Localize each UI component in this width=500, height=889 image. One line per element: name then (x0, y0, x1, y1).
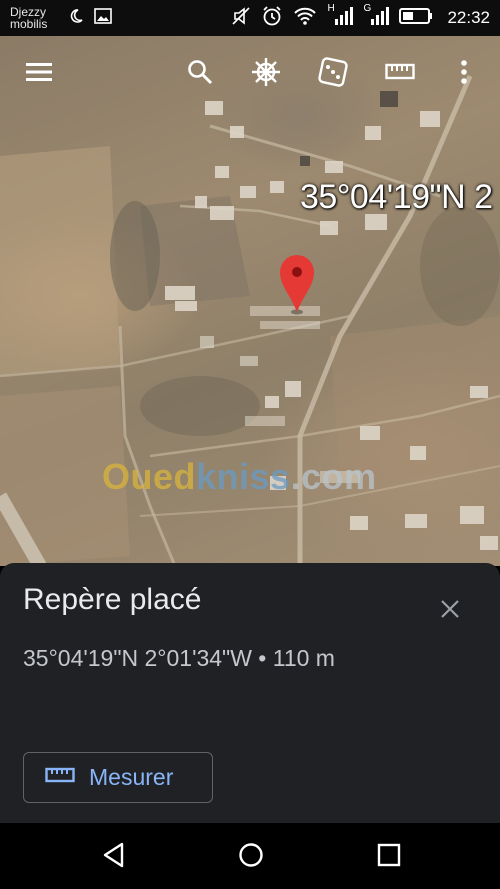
image-icon (94, 7, 112, 29)
battery-icon (399, 7, 433, 30)
signal-icon: H (327, 3, 354, 32)
search-icon[interactable] (178, 48, 222, 96)
mute-icon (231, 6, 251, 31)
ship-wheel-icon[interactable] (244, 48, 288, 96)
signal-icon-2: G (363, 3, 390, 32)
placemark-coordinates: 35°04'19"N 2°01'34"W • 110 m (23, 645, 335, 671)
measure-button[interactable]: Mesurer (23, 752, 213, 803)
back-icon[interactable] (92, 835, 136, 875)
ruler-icon[interactable] (378, 48, 422, 96)
close-icon[interactable] (434, 593, 466, 625)
more-vert-icon[interactable] (442, 48, 486, 96)
moon-icon (68, 8, 84, 29)
satellite-map[interactable]: 35°04'19"N 2 Ouedkniss.com (0, 36, 500, 566)
map-coordinate-overlay: 35°04'19"N 2 (300, 178, 493, 216)
placemark-sheet: Repère placé 35°04'19"N 2°01'34"W • 110 … (0, 563, 500, 823)
dice-icon[interactable] (311, 48, 355, 96)
ruler-icon (45, 767, 75, 788)
alarm-icon (261, 5, 283, 32)
status-bar: Djezzy mobilis H G 22:32 (0, 0, 500, 36)
map-toolbar (0, 48, 500, 100)
clock: 22:32 (447, 8, 490, 27)
recents-icon[interactable] (367, 835, 411, 875)
menu-icon[interactable] (17, 48, 61, 96)
watermark: Ouedkniss.com (102, 456, 377, 497)
carrier-name: Djezzy mobilis (10, 5, 48, 31)
measure-button-label: Mesurer (89, 764, 174, 790)
sheet-title: Repère placé (23, 583, 202, 616)
system-nav-bar (0, 823, 500, 889)
map-marker-icon[interactable] (280, 255, 314, 315)
home-icon[interactable] (229, 835, 273, 875)
wifi-icon (293, 6, 317, 31)
